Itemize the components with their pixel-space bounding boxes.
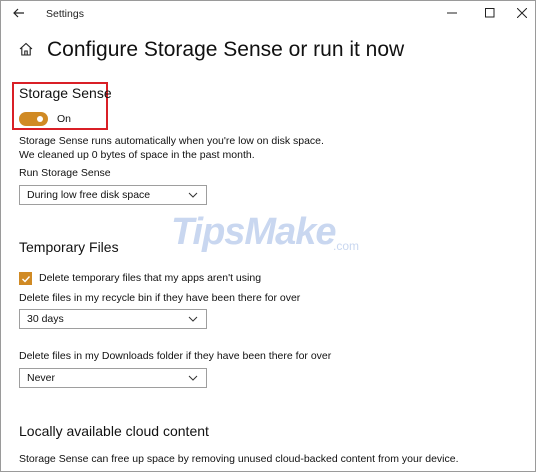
recycle-bin-dropdown[interactable]: 30 days bbox=[19, 309, 207, 329]
home-button[interactable] bbox=[18, 41, 34, 62]
watermark-suffix: .com bbox=[333, 239, 360, 253]
maximize-button[interactable] bbox=[481, 4, 499, 22]
chevron-down-icon bbox=[188, 316, 198, 322]
downloads-label: Delete files in my Downloads folder if t… bbox=[19, 350, 332, 362]
close-icon bbox=[517, 8, 527, 18]
maximize-icon bbox=[485, 8, 495, 18]
toggle-knob bbox=[37, 116, 43, 122]
back-button[interactable] bbox=[11, 5, 27, 26]
storage-sense-description-2: We cleaned up 0 bytes of space in the pa… bbox=[19, 149, 255, 161]
window-title: Settings bbox=[46, 8, 84, 20]
recycle-bin-value: 30 days bbox=[27, 313, 64, 325]
storage-sense-heading: Storage Sense bbox=[19, 85, 112, 101]
back-arrow-icon bbox=[13, 8, 24, 18]
chevron-down-icon bbox=[188, 375, 198, 381]
storage-sense-description-1: Storage Sense runs automatically when yo… bbox=[19, 135, 324, 147]
page-title: Configure Storage Sense or run it now bbox=[47, 38, 405, 61]
minimize-button[interactable] bbox=[443, 4, 461, 22]
watermark-logo: TipsMake bbox=[171, 211, 336, 253]
cloud-content-description: Storage Sense can free up space by remov… bbox=[19, 453, 459, 465]
checkmark-icon bbox=[21, 275, 30, 283]
minimize-icon bbox=[447, 12, 457, 14]
close-button[interactable] bbox=[513, 4, 531, 22]
chevron-down-icon bbox=[188, 192, 198, 198]
home-icon bbox=[19, 42, 33, 56]
run-storage-sense-dropdown[interactable]: During low free disk space bbox=[19, 185, 207, 205]
storage-sense-toggle-label: On bbox=[57, 113, 72, 125]
temporary-files-heading: Temporary Files bbox=[19, 239, 119, 255]
downloads-value: Never bbox=[27, 372, 56, 384]
delete-temp-files-checkbox[interactable] bbox=[19, 272, 32, 285]
run-storage-sense-label: Run Storage Sense bbox=[19, 167, 111, 179]
delete-temp-files-label: Delete temporary files that my apps aren… bbox=[39, 272, 262, 284]
storage-sense-toggle[interactable] bbox=[19, 112, 48, 126]
cloud-content-heading: Locally available cloud content bbox=[19, 423, 209, 439]
recycle-bin-label: Delete files in my recycle bin if they h… bbox=[19, 292, 301, 304]
run-storage-sense-value: During low free disk space bbox=[27, 189, 151, 201]
downloads-dropdown[interactable]: Never bbox=[19, 368, 207, 388]
